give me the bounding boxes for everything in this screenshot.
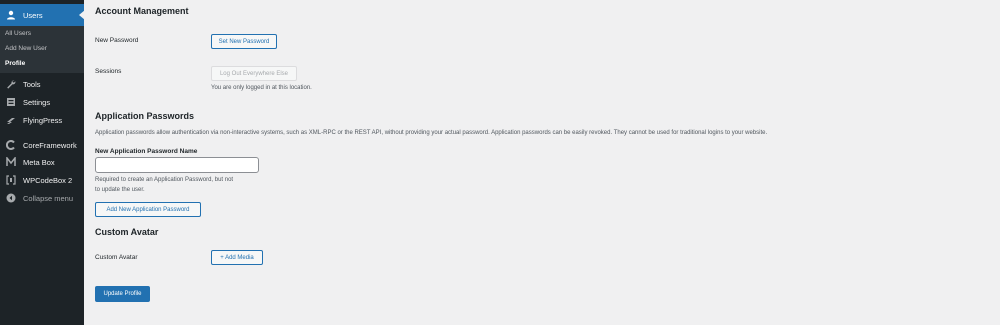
update-profile-button[interactable]: Update Profile <box>95 286 150 302</box>
custom-avatar-heading: Custom Avatar <box>95 227 159 237</box>
submenu-profile[interactable]: Profile <box>5 60 25 67</box>
submenu-add-new-user[interactable]: Add New User <box>5 45 47 52</box>
custom-avatar-label: Custom Avatar <box>95 254 138 261</box>
app-password-name-input[interactable] <box>95 157 259 173</box>
collapse-menu-button[interactable]: Collapse menu <box>0 190 84 206</box>
current-menu-arrow <box>79 10 85 20</box>
set-new-password-button[interactable]: Set New Password <box>211 34 277 49</box>
menu-label-metabox: Meta Box <box>23 157 55 167</box>
add-application-password-button[interactable]: Add New Application Password <box>95 202 201 217</box>
menu-label-settings: Settings <box>23 97 51 107</box>
wpcodebox-icon <box>5 174 17 186</box>
menu-item-flyingpress[interactable]: FlyingPress <box>0 112 84 128</box>
collapse-menu-label: Collapse menu <box>23 193 74 203</box>
account-management-heading: Account Management <box>95 6 189 16</box>
admin-sidebar: Users All Users Add New User Profile Too… <box>0 0 85 325</box>
menu-label-coreframework: CoreFramework <box>23 140 77 150</box>
user-icon <box>5 9 17 21</box>
application-passwords-description: Application passwords allow authenticati… <box>95 130 768 136</box>
menu-item-tools[interactable]: Tools <box>0 76 84 92</box>
new-app-password-name-label: New Application Password Name <box>95 148 198 155</box>
sessions-label: Sessions <box>95 68 122 75</box>
menu-label-users: Users <box>23 10 43 20</box>
collapse-icon <box>5 192 17 204</box>
menu-item-wpcodebox[interactable]: WPCodeBox 2 <box>0 172 84 188</box>
app-password-help-line-1: Required to create an Application Passwo… <box>95 177 234 183</box>
menu-item-users[interactable]: Users <box>0 4 85 26</box>
metabox-icon <box>5 156 17 168</box>
submenu-all-users[interactable]: All Users <box>5 30 31 37</box>
new-password-label: New Password <box>95 37 139 44</box>
sessions-note: You are only logged in at this location. <box>211 85 312 91</box>
menu-label-wpcodebox: WPCodeBox 2 <box>23 175 73 185</box>
menu-item-metabox[interactable]: Meta Box <box>0 154 84 170</box>
settings-icon <box>5 96 17 108</box>
flyingpress-icon <box>5 114 17 126</box>
menu-label-flyingpress: FlyingPress <box>23 115 63 125</box>
wrench-icon <box>5 78 17 90</box>
menu-label-tools: Tools <box>23 79 41 89</box>
log-out-everywhere-button[interactable]: Log Out Everywhere Else <box>211 66 297 81</box>
users-submenu: All Users Add New User Profile <box>0 26 84 73</box>
add-media-button[interactable]: + Add Media <box>211 250 263 265</box>
coreframework-icon <box>5 139 17 151</box>
menu-item-settings[interactable]: Settings <box>0 94 84 110</box>
app-password-help-line-2: to update the user. <box>95 187 145 193</box>
application-passwords-heading: Application Passwords <box>95 111 195 121</box>
menu-item-coreframework[interactable]: CoreFramework <box>0 137 84 153</box>
